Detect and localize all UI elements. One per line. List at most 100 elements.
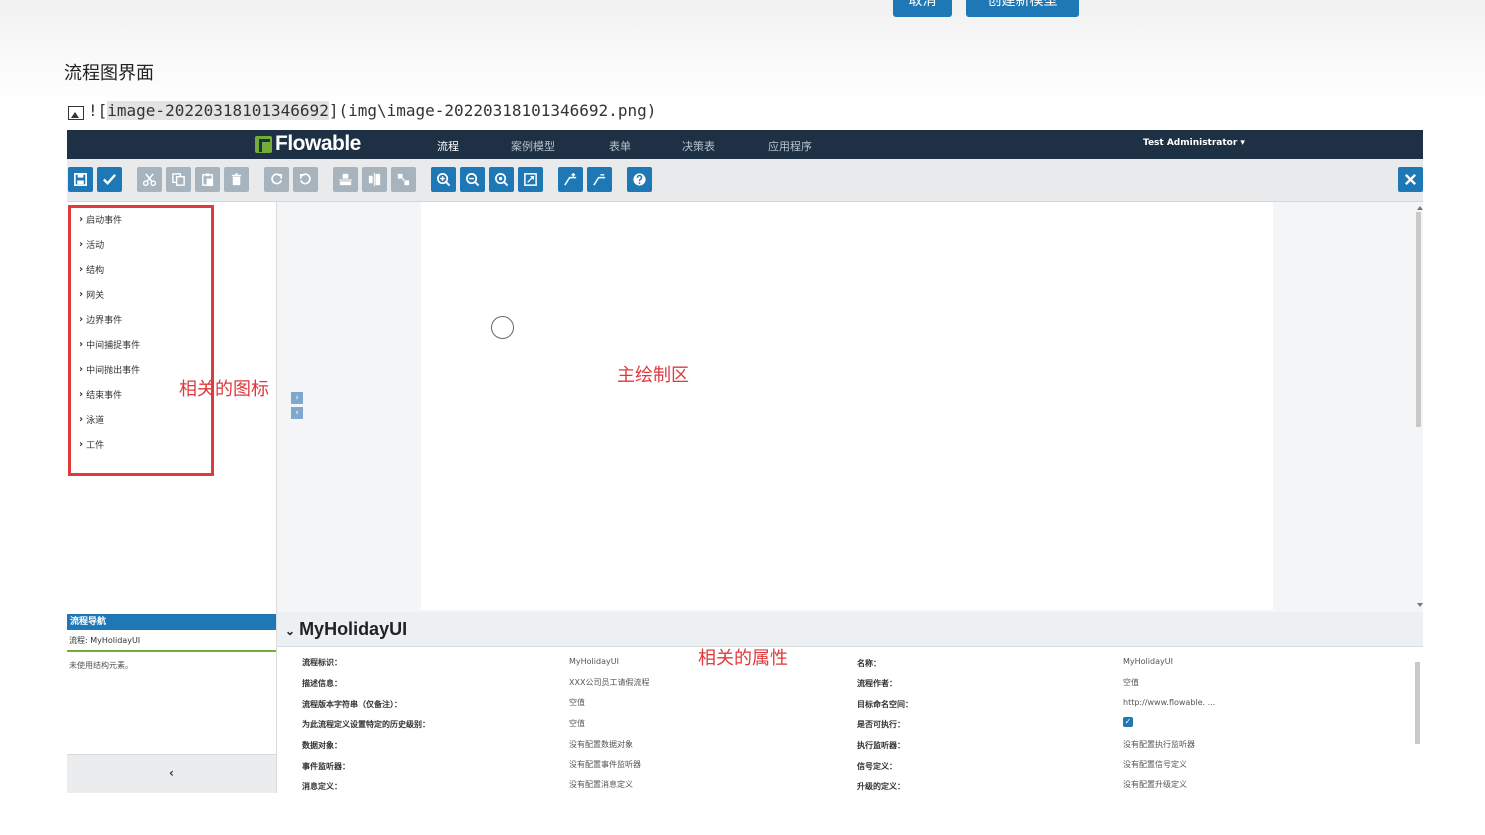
user-menu[interactable]: Test Administrator ▾ — [1143, 138, 1245, 148]
palette-toggle[interactable]: › ‹ — [291, 392, 303, 420]
create-model-button[interactable]: 创建新模型 — [966, 0, 1079, 17]
process-navigator: 流程导航 流程: MyHolidayUI 未使用结构元素。 ‹ — [67, 612, 277, 793]
prop-label: 是否可执行： — [857, 720, 905, 729]
start-event-shape[interactable] — [491, 316, 514, 339]
nav-decision-tables[interactable]: 决策表 — [682, 138, 715, 154]
prop-label: 目标命名空间： — [857, 700, 913, 709]
zoom-in-icon[interactable] — [431, 167, 456, 192]
nav-forms[interactable]: 表单 — [609, 138, 631, 154]
paste-icon[interactable] — [195, 167, 220, 192]
cut-icon[interactable] — [137, 167, 162, 192]
chevron-right-icon: › — [79, 214, 84, 225]
bendpoint-remove-icon[interactable] — [587, 167, 612, 192]
prop-label: 消息定义： — [302, 782, 342, 791]
zoom-fit-icon[interactable] — [518, 167, 543, 192]
prop-value[interactable]: 空值 — [569, 718, 585, 729]
prop-value[interactable]: 没有配置数据对象 — [569, 739, 633, 750]
close-icon[interactable] — [1398, 167, 1423, 192]
zoom-out-icon[interactable] — [460, 167, 485, 192]
validate-icon[interactable] — [97, 167, 122, 192]
prop-value[interactable]: 空值 — [569, 697, 585, 708]
prop-value[interactable]: 没有配置升级定义 — [1123, 779, 1187, 790]
chevron-down-icon: ⌄ — [285, 624, 296, 638]
prop-value[interactable]: 没有配置消息定义 — [569, 779, 633, 790]
flowable-modeler: Flowable 流程 案例模型 表单 决策表 应用程序 Test Admini… — [67, 130, 1423, 793]
nav-apps[interactable]: 应用程序 — [768, 138, 812, 154]
annotation-properties: 相关的属性 — [698, 648, 788, 669]
navigator-process-item[interactable]: 流程: MyHolidayUI — [67, 632, 276, 652]
palette-group-artifacts[interactable]: › 工件 — [79, 438, 104, 451]
logo-text: Flowable — [275, 132, 361, 155]
palette-group-label: 活动 — [86, 241, 105, 251]
prop-value[interactable]: 空值 — [1123, 677, 1139, 688]
prop-label: 信号定义： — [857, 762, 897, 771]
chevron-right-icon: › — [79, 364, 84, 375]
broken-image-icon — [68, 105, 84, 120]
palette-group-catch-events[interactable]: › 中间捕捉事件 — [79, 338, 140, 351]
chevron-right-icon: › — [79, 264, 84, 275]
md-prefix: ![ — [88, 101, 108, 120]
annotation-icons: 相关的图标 — [179, 379, 269, 400]
markdown-image-line: ![ image-20220318101346692 ](img\image-2… — [68, 101, 656, 120]
palette-group-swimlanes[interactable]: › 泳道 — [79, 413, 104, 426]
palette-group-label: 启动事件 — [86, 216, 123, 226]
prop-label: 流程作者： — [857, 679, 897, 688]
copy-icon[interactable] — [166, 167, 191, 192]
palette-group-label: 工件 — [86, 441, 105, 451]
undo-icon[interactable] — [293, 167, 318, 192]
prop-value[interactable]: http://www.flowable. ... — [1123, 698, 1215, 707]
shape-palette: › 启动事件 › 活动 › 结构 › 网关 › 边界事件 › 中间捕捉事件 › 中间抛出事件 … — [67, 202, 277, 612]
palette-group-label: 中间抛出事件 — [86, 366, 141, 376]
chevron-right-icon: › — [79, 289, 84, 300]
palette-group-boundary-events[interactable]: › 边界事件 — [79, 313, 122, 326]
section-heading: 流程图界面 — [64, 63, 154, 84]
align-vertical-icon[interactable] — [333, 167, 358, 192]
properties-header[interactable]: ⌄ MyHolidayUI — [277, 612, 1423, 647]
palette-group-activities[interactable]: › 活动 — [79, 238, 104, 251]
save-icon[interactable] — [68, 167, 93, 192]
properties-scrollbar[interactable] — [1415, 662, 1420, 744]
navigator-collapse-button[interactable]: ‹ — [67, 754, 276, 793]
redo-icon[interactable] — [264, 167, 289, 192]
canvas-scrollbar[interactable] — [1416, 212, 1421, 427]
executable-checkbox[interactable]: ✓ — [1123, 717, 1133, 727]
prop-label: 流程版本字符串（仅备注）： — [302, 700, 402, 709]
palette-group-throw-events[interactable]: › 中间抛出事件 — [79, 363, 140, 376]
zoom-actual-icon[interactable] — [489, 167, 514, 192]
palette-group-label: 结束事件 — [86, 391, 123, 401]
palette-group-structural[interactable]: › 结构 — [79, 263, 104, 276]
prop-label: 流程标识： — [302, 658, 342, 667]
prop-value[interactable]: 没有配置信号定义 — [1123, 759, 1187, 770]
nav-process[interactable]: 流程 — [437, 138, 459, 154]
prop-value[interactable]: 没有配置执行监听器 — [1123, 739, 1195, 750]
prop-value[interactable]: 没有配置事件监听器 — [569, 759, 641, 770]
cancel-button[interactable]: 取消 — [893, 0, 952, 17]
flowable-logo-icon — [255, 135, 272, 153]
delete-icon[interactable] — [224, 167, 249, 192]
drawing-canvas[interactable]: 主绘制区 — [421, 202, 1273, 610]
prop-value[interactable]: MyHolidayUI — [569, 657, 619, 666]
collapse-left-icon[interactable]: ‹ — [291, 407, 303, 419]
palette-group-start-events[interactable]: › 启动事件 — [79, 213, 122, 226]
same-size-icon[interactable] — [391, 167, 416, 192]
palette-group-label: 网关 — [86, 291, 105, 301]
flowable-logo[interactable]: Flowable — [255, 132, 361, 155]
chevron-right-icon: › — [79, 389, 84, 400]
bendpoint-add-icon[interactable] — [558, 167, 583, 192]
chevron-right-icon: › — [79, 314, 84, 325]
chevron-right-icon: › — [79, 239, 84, 250]
palette-group-gateways[interactable]: › 网关 — [79, 288, 104, 301]
help-icon[interactable] — [627, 167, 652, 192]
expand-right-icon[interactable]: › — [291, 392, 303, 404]
palette-group-end-events[interactable]: › 结束事件 — [79, 388, 122, 401]
scroll-down-icon[interactable] — [1417, 603, 1423, 607]
editor-toolbar — [67, 159, 1423, 202]
prop-value[interactable]: MyHolidayUI — [1123, 657, 1173, 666]
nav-case-model[interactable]: 案例模型 — [511, 138, 555, 154]
annotation-canvas: 主绘制区 — [617, 365, 689, 386]
align-horizontal-icon[interactable] — [362, 167, 387, 192]
properties-title-text: MyHolidayUI — [299, 619, 408, 639]
scroll-up-icon[interactable] — [1417, 206, 1423, 210]
properties-title: ⌄ MyHolidayUI — [285, 619, 407, 640]
prop-value[interactable]: XXX公司员工请假流程 — [569, 677, 649, 688]
